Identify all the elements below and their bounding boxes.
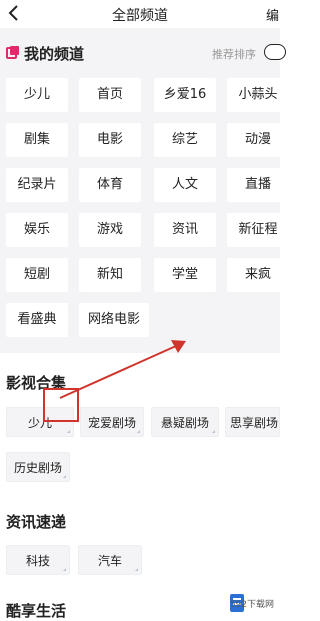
watermark-text: 592下载网 xyxy=(229,600,274,610)
annotation-arrow-icon xyxy=(59,340,186,399)
